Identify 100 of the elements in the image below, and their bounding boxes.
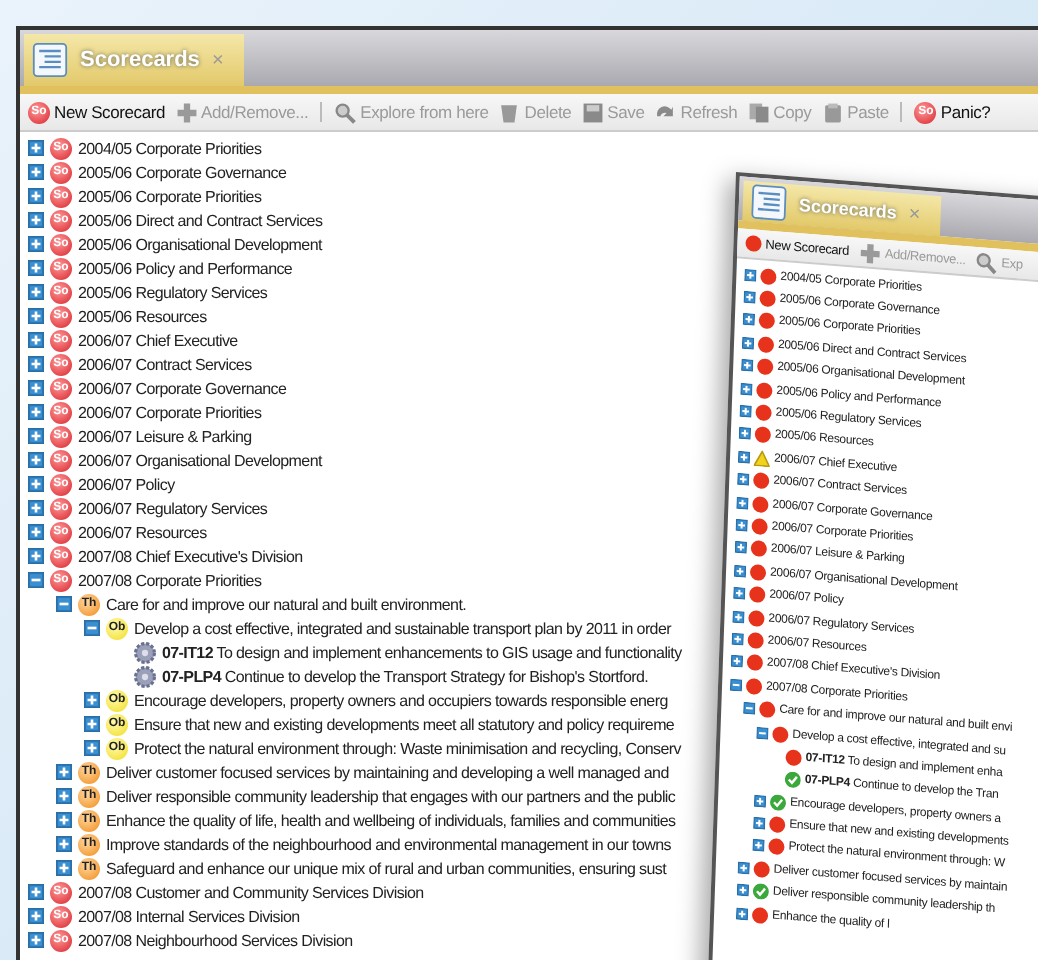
tree-item-label[interactable]: 2006/07 Policy [78, 475, 175, 493]
expand-icon[interactable] [28, 428, 44, 444]
expand-icon[interactable] [28, 476, 44, 492]
expand-icon[interactable] [28, 332, 44, 348]
expand-icon[interactable] [752, 839, 765, 853]
expand-icon[interactable] [28, 524, 44, 540]
expand-icon[interactable] [739, 404, 752, 418]
tree-item-label[interactable]: Protect the natural environment through: Waste minimisation and recycling, Conserv [134, 739, 681, 757]
expand-icon[interactable] [735, 518, 748, 532]
expand-icon[interactable] [753, 794, 767, 808]
collapse-icon[interactable] [756, 725, 769, 739]
tree-item-label[interactable]: 2005/06 Corporate Priorities [78, 187, 262, 205]
scorecard-icon [745, 234, 762, 253]
tree-item-label[interactable]: 2005/06 Resources [78, 307, 207, 325]
tree-item-label[interactable]: 2007/08 Customer and Community Services Division [78, 883, 424, 901]
tree-item-label[interactable]: 2007/08 Internal Services Division [78, 907, 300, 925]
tree-item-label[interactable]: 2006/07 Leisure & Parking [78, 427, 252, 445]
expand-icon[interactable] [736, 884, 750, 897]
expand-icon[interactable] [28, 404, 44, 420]
tree-item-label[interactable]: 2006/07 Regulatory Services [78, 499, 268, 517]
expand-icon[interactable] [733, 587, 746, 600]
expand-icon[interactable] [737, 450, 751, 464]
expand-icon[interactable] [731, 632, 744, 646]
gear-icon [134, 665, 156, 687]
measure-label[interactable]: 07-PLP4 Continue to develop the Transport Strategy for Bishop's Stortford. [162, 667, 649, 685]
expand-icon[interactable] [84, 740, 100, 756]
tree-item-label[interactable]: Develop a cost effective, integrated and sustainable transport plan by 2011 in order [134, 619, 671, 637]
tree-item-label[interactable]: 2006/07 Corporate Priorities [78, 403, 262, 421]
expand-icon[interactable] [56, 788, 72, 804]
expand-icon[interactable] [28, 932, 44, 948]
tree-item-label[interactable]: 2007/08 Chief Executive's Division [78, 547, 303, 565]
expand-icon[interactable] [736, 495, 749, 509]
expand-icon[interactable] [28, 140, 44, 156]
tree-item-label[interactable]: 2005/06 Direct and Contract Services [78, 211, 323, 229]
expand-icon[interactable] [741, 359, 754, 373]
tree-item-label[interactable]: Ensure that new and existing developments meet all statutory and policy requireme [134, 715, 675, 733]
gear-icon [134, 641, 156, 663]
expand-icon[interactable] [28, 308, 44, 324]
tree-item-label[interactable]: 2005/06 Regulatory Services [78, 283, 268, 301]
tree-item-label[interactable]: Care for and improve our natural and built environment. [106, 595, 467, 613]
expand-icon[interactable] [84, 716, 100, 732]
expand-icon[interactable] [753, 816, 766, 830]
tree-item-label[interactable]: Enhance the quality of life, health and wellbeing of individuals, families and communities [106, 811, 676, 829]
tree-item-label[interactable]: Safeguard and enhance our unique mix of rural and urban communities, ensuring sust [106, 859, 667, 877]
expand-icon[interactable] [737, 473, 750, 487]
expand-icon[interactable] [742, 313, 756, 327]
expand-icon[interactable] [28, 380, 44, 396]
tree-item-label[interactable]: Improve standards of the neighbourhood and environmental management in our towns [106, 835, 671, 853]
expand-icon[interactable] [28, 356, 44, 372]
expand-icon[interactable] [740, 382, 753, 396]
bin-icon [498, 101, 521, 123]
expand-icon[interactable] [741, 336, 755, 350]
tree-item-label[interactable]: 2006/07 Organisational Development [78, 451, 322, 469]
clipboard-icon [821, 101, 844, 123]
tree-item-label[interactable]: 2004/05 Corporate Priorities [78, 139, 262, 157]
expand-icon[interactable] [735, 906, 749, 920]
collapse-icon[interactable] [56, 596, 72, 612]
expand-icon[interactable] [743, 291, 756, 304]
expand-icon[interactable] [84, 692, 100, 708]
collapse-icon[interactable] [743, 701, 756, 715]
expand-icon[interactable] [28, 164, 44, 180]
expand-icon[interactable] [733, 564, 747, 578]
tree-item-label[interactable]: 2005/06 Policy and Performance [78, 259, 293, 277]
expand-icon[interactable] [738, 427, 752, 441]
tree-item-label[interactable]: 2006/07 Chief Executive [78, 331, 238, 349]
expand-icon[interactable] [56, 812, 72, 828]
expand-icon[interactable] [28, 884, 44, 900]
expand-icon[interactable] [56, 764, 72, 780]
tree-item-label[interactable]: 2006/07 Corporate Governance [78, 379, 287, 397]
expand-icon[interactable] [28, 284, 44, 300]
expand-icon[interactable] [56, 836, 72, 852]
collapse-icon[interactable] [84, 620, 100, 636]
tab-title: Scorecards [80, 48, 200, 72]
expand-icon[interactable] [28, 260, 44, 276]
expand-icon[interactable] [28, 212, 44, 228]
expand-icon[interactable] [28, 548, 44, 564]
expand-icon[interactable] [28, 500, 44, 516]
expand-icon[interactable] [28, 188, 44, 204]
expand-icon[interactable] [737, 861, 750, 875]
tree-item-label[interactable]: 2006/07 Resources [78, 523, 207, 541]
expand-icon[interactable] [744, 268, 757, 282]
collapse-icon[interactable] [729, 678, 743, 691]
expand-icon[interactable] [734, 541, 748, 555]
tree-item-label[interactable]: Deliver customer focused services by maintaining and developing a well managed and [106, 763, 669, 781]
floppy-icon [581, 101, 604, 123]
tree-item-label[interactable]: Encourage developers, property owners and occupiers towards responsible energ [134, 691, 668, 709]
measure-label[interactable]: 07-IT12 To design and implement enhancements to GIS usage and functionality [162, 643, 682, 661]
expand-icon[interactable] [28, 452, 44, 468]
expand-icon[interactable] [56, 860, 72, 876]
tree-item-label[interactable]: 2007/08 Corporate Priorities [78, 571, 262, 589]
expand-icon[interactable] [28, 908, 44, 924]
tree-item-label[interactable]: 2005/06 Organisational Development [78, 235, 322, 253]
expand-icon[interactable] [732, 609, 745, 623]
collapse-icon[interactable] [28, 572, 44, 588]
expand-icon[interactable] [730, 655, 744, 669]
tree-item-label[interactable]: 2005/06 Corporate Governance [78, 163, 287, 181]
expand-icon[interactable] [28, 236, 44, 252]
tree-item-label[interactable]: 2006/07 Contract Services [78, 355, 252, 373]
tree-item-label[interactable]: 2007/08 Neighbourhood Services Division [78, 931, 353, 949]
tree-item-label[interactable]: Deliver responsible community leadership that engages with our partners and the public [106, 787, 676, 805]
